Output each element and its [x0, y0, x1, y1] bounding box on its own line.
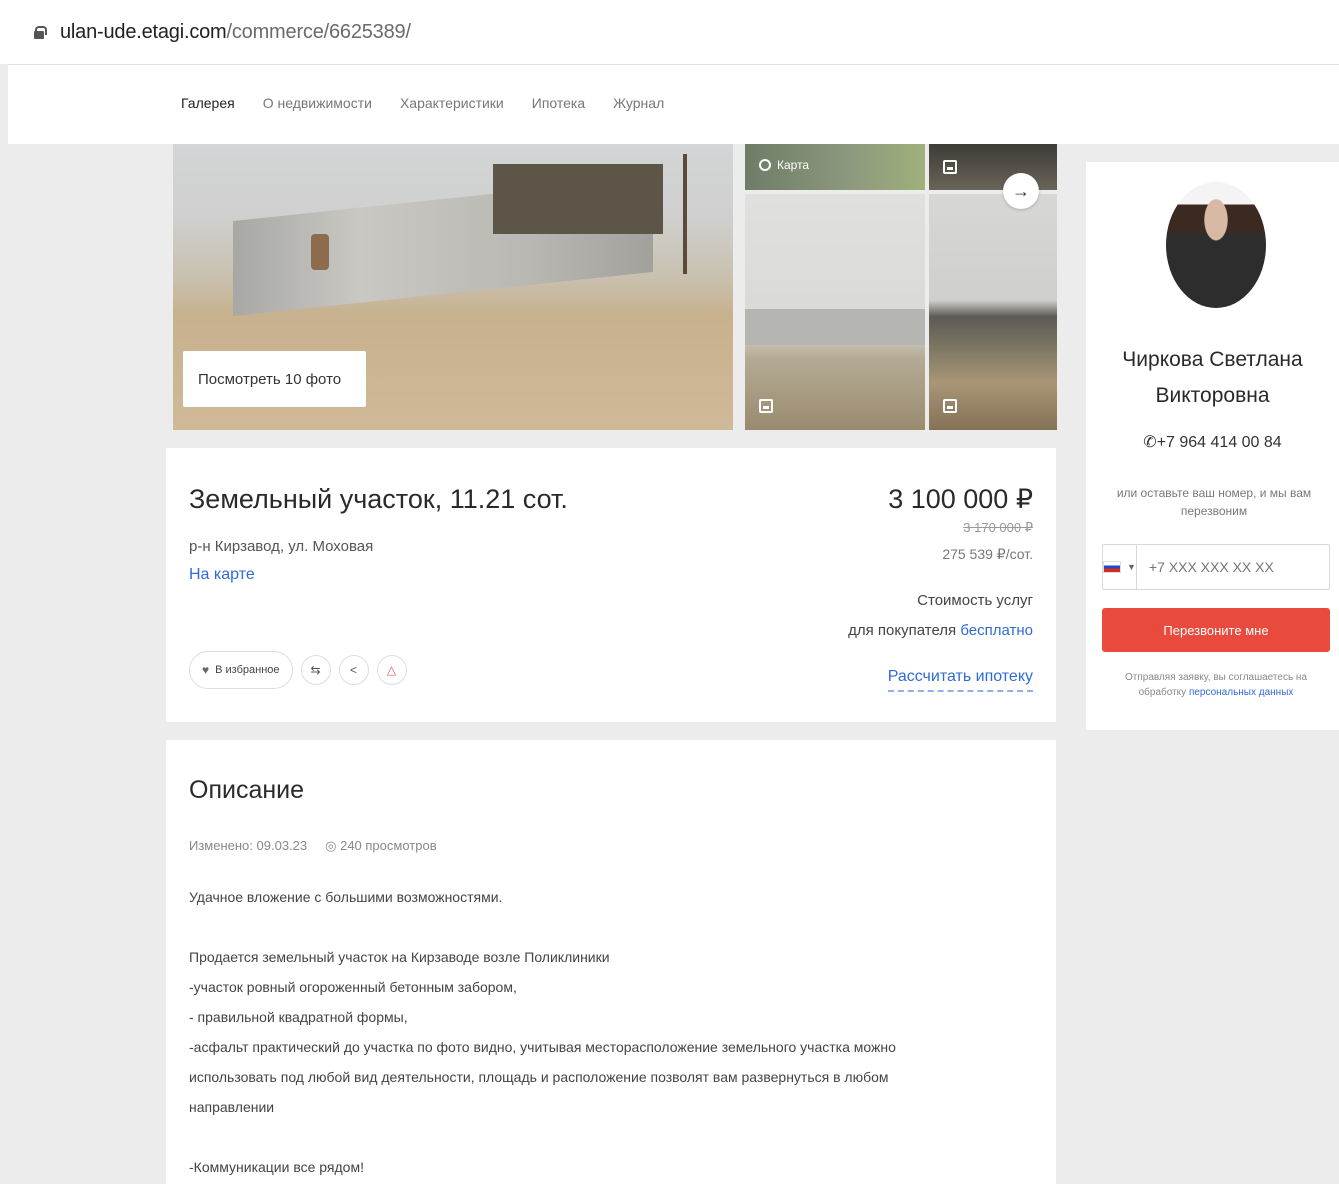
personal-data-link[interactable]: персональных данных — [1189, 687, 1293, 698]
call-me-button[interactable]: Перезвоните мне — [1102, 608, 1330, 652]
compare-icon[interactable]: ⇆ — [300, 655, 331, 685]
russia-flag-icon — [1103, 561, 1121, 573]
view-photos-button[interactable]: Посмотреть 10 фото — [183, 351, 366, 407]
main-photo[interactable]: Посмотреть 10 фото — [173, 144, 733, 430]
services-buyer-text: для покупателя — [848, 622, 957, 639]
add-to-favorites-button[interactable]: ♥ В избранное — [189, 651, 293, 689]
share-icon[interactable]: < — [338, 655, 369, 685]
agent-phone[interactable]: ✆+7 964 414 00 84 — [1086, 432, 1339, 452]
listing-address: р-н Кирзавод, ул. Моховая — [189, 538, 374, 555]
eye-icon: ◎ — [325, 838, 337, 853]
description-line — [189, 1122, 1019, 1152]
agent-card: Чиркова Светлана Викторовна ✆+7 964 414 … — [1086, 162, 1339, 730]
tab-0[interactable]: Галерея — [181, 95, 235, 111]
description-line: -асфальт практический до участка по фото… — [189, 1039, 896, 1055]
photo-thumbnail-bottom-right[interactable] — [929, 194, 1057, 430]
photo-gallery: Посмотреть 10 фото Карта → — [173, 144, 1057, 430]
callback-hint: или оставьте ваш номер, и мы вам перезво… — [1116, 486, 1312, 518]
description-card: Описание Изменено: 09.03.23 ◎ 240 просмо… — [166, 740, 1056, 1184]
description-text: Удачное вложение с большими возможностям… — [189, 882, 1019, 1182]
tab-4[interactable]: Журнал — [613, 95, 664, 111]
listing-info-card: Земельный участок, 11.21 сот. р-н Кирзав… — [166, 448, 1056, 722]
map-thumbnail-label: Карта — [759, 158, 809, 172]
map-pin-icon — [759, 159, 771, 171]
on-map-link[interactable]: На карте — [189, 566, 255, 584]
tab-3[interactable]: Ипотека — [532, 95, 585, 111]
favorite-label: В избранное — [215, 664, 280, 676]
photo-pole-shape — [683, 154, 687, 274]
map-thumbnail[interactable]: Карта — [745, 144, 925, 190]
listing-title: Земельный участок, 11.21 сот. — [189, 484, 568, 514]
description-line: Удачное вложение с большими возможностям… — [189, 889, 503, 905]
views-text: 240 просмотров — [340, 838, 437, 853]
description-line: направлении — [189, 1099, 275, 1115]
phone-input[interactable] — [1136, 545, 1330, 589]
agent-avatar — [1166, 182, 1266, 308]
services-cost-buyer: для покупателя бесплатно — [848, 622, 1033, 639]
image-icon — [943, 399, 957, 413]
image-icon — [759, 399, 773, 413]
url-path: /commerce/6625389/ — [226, 20, 411, 43]
description-line: -участок ровный огороженный бетонным заб… — [189, 979, 517, 995]
changed-date: Изменено: 09.03.23 — [189, 838, 308, 853]
callback-phone-field: ▼ — [1102, 544, 1330, 590]
consent-note: Отправляя заявку, вы соглашаетесь на обр… — [1102, 670, 1330, 700]
listing-actions: ♥ В избранное ⇆ < △ — [189, 651, 407, 689]
agent-phone-number: +7 964 414 00 84 — [1156, 434, 1282, 451]
section-navbar: Галерея О недвижимости Характеристики Ипоте… — [8, 64, 1339, 144]
agent-name-line2: Викторовна — [1155, 384, 1270, 407]
heart-icon: ♥ — [202, 663, 210, 677]
phone-icon: ✆ — [1143, 434, 1157, 451]
services-cost-label: Стоимость услуг — [917, 592, 1033, 609]
photo-fence-shape — [745, 309, 925, 345]
url-text[interactable]: ulan-ude.etagi.com/commerce/6625389/ — [60, 21, 411, 44]
section-tabs: Галерея О недвижимости Характеристики Ипоте… — [181, 95, 664, 111]
report-warning-icon[interactable]: △ — [376, 655, 407, 685]
tab-1[interactable]: О недвижимости — [263, 95, 372, 111]
description-line: -Коммуникации все рядом! — [189, 1159, 364, 1175]
description-meta: Изменено: 09.03.23 ◎ 240 просмотров — [189, 838, 437, 854]
tab-2[interactable]: Характеристики — [400, 95, 504, 111]
browser-address-bar[interactable]: ulan-ude.etagi.com/commerce/6625389/ — [0, 0, 1339, 64]
description-heading: Описание — [189, 776, 305, 804]
description-line: Продается земельный участок на Кирзаводе… — [189, 949, 610, 965]
photo-tank-shape — [311, 234, 329, 270]
listing-old-price: 3 170 000 ₽ — [963, 520, 1033, 535]
image-icon — [943, 160, 957, 174]
photo-house-shape — [493, 164, 663, 234]
map-label-text: Карта — [777, 158, 810, 172]
description-line: использовать под любой вид деятельности,… — [189, 1069, 889, 1085]
agent-name: Чиркова Светлана Викторовна — [1086, 342, 1339, 414]
url-host: ulan-ude.etagi.com — [60, 20, 227, 43]
calculate-mortgage-link[interactable]: Рассчитать ипотеку — [887, 668, 1033, 692]
photo-thumbnail-bottom-left[interactable] — [745, 194, 925, 430]
description-line — [189, 912, 1019, 942]
listing-price: 3 100 000 ₽ — [888, 484, 1033, 514]
gallery-next-arrow-icon[interactable]: → — [1003, 173, 1039, 209]
lock-icon — [34, 26, 47, 39]
price-per-sotka: 275 539 ₽/сот. — [942, 546, 1033, 562]
views-count: ◎ 240 просмотров — [325, 838, 436, 854]
photo-thumbnail-top-right[interactable] — [929, 144, 1057, 190]
description-line: - правильной квадратной формы, — [189, 1009, 408, 1025]
country-code-selector[interactable]: ▼ — [1103, 545, 1137, 589]
services-free-link[interactable]: бесплатно — [960, 622, 1033, 639]
agent-name-line1: Чиркова Светлана — [1122, 348, 1303, 371]
chevron-down-icon: ▼ — [1127, 562, 1136, 572]
